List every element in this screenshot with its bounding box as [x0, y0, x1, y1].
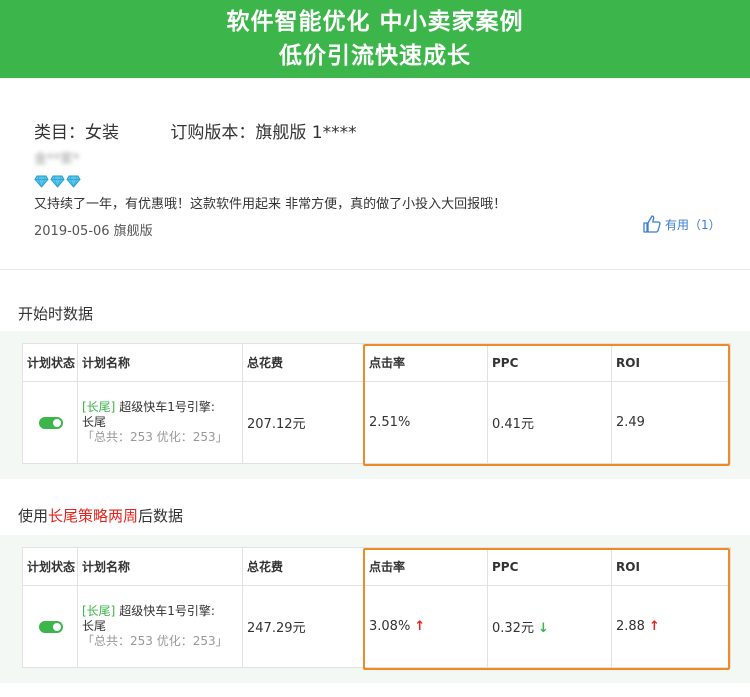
- version-label: 订购版本：旗舰版 1****: [170, 123, 357, 143]
- section2-highlight: 长尾策略两周: [48, 507, 139, 525]
- reviewer-level: [34, 175, 81, 188]
- plan-status-toggle[interactable]: [39, 416, 63, 429]
- section2-panel: 计划状态 计划名称 总花费 点击率 PPC ROI [长尾] 超级快车1号引擎:…: [0, 535, 750, 683]
- diamond-icon: [66, 175, 81, 188]
- col-header-status: 计划状态: [22, 343, 78, 382]
- col-header-status: 计划状态: [22, 547, 78, 586]
- col-header-name: 计划名称: [77, 547, 243, 586]
- plan-name-cell: [长尾] 超级快车1号引擎: 长尾 「总共：253 优化：253」: [77, 381, 243, 464]
- cost-cell: 247.29元: [242, 585, 365, 668]
- review-meta: 类目：女装 订购版本：旗舰版 1****: [34, 118, 357, 143]
- diamond-icon: [34, 175, 49, 188]
- useful-button[interactable]: 有用（1）: [642, 214, 721, 234]
- banner-title-line1: 软件智能优化 中小卖家案例: [226, 9, 524, 35]
- review-date: 2019-05-06 旗舰版: [34, 224, 153, 239]
- col-header-cost: 总花费: [242, 343, 365, 382]
- status-cell: [22, 381, 78, 464]
- plan-counts: 「总共：253 优化：253」: [82, 634, 228, 648]
- thumbs-up-icon: [643, 215, 661, 233]
- plan-name[interactable]: [长尾] 超级快车1号引擎: 长尾 「总共：253 优化：253」: [82, 400, 242, 445]
- review-card: 类目：女装 订购版本：旗舰版 1**** 金**家* 又持续了一年，有优惠哦！这…: [0, 78, 750, 270]
- plan-name[interactable]: [长尾] 超级快车1号引擎: 长尾 「总共：253 优化：253」: [82, 604, 242, 649]
- header-banner: 软件智能优化 中小卖家案例 低价引流快速成长: [0, 0, 750, 78]
- plan-tag: [长尾]: [82, 400, 116, 414]
- plan-counts: 「总共：253 优化：253」: [82, 430, 228, 444]
- section1-title: 开始时数据: [18, 305, 94, 323]
- diamond-icon: [50, 175, 65, 188]
- plan-name-cell: [长尾] 超级快车1号引擎: 长尾 「总共：253 优化：253」: [77, 585, 243, 668]
- status-cell: [22, 585, 78, 668]
- highlight-box: [363, 344, 730, 466]
- review-comment: 又持续了一年，有优惠哦！这款软件用起来 非常方便，真的做了小投入大回报哦！: [34, 197, 507, 212]
- reviewer-name: 金**家*: [34, 152, 80, 167]
- plan-status-toggle[interactable]: [39, 620, 63, 633]
- useful-count: 有用（1）: [665, 217, 721, 232]
- col-header-name: 计划名称: [77, 343, 243, 382]
- col-header-cost: 总花费: [242, 547, 365, 586]
- category-label: 类目：女装: [34, 123, 119, 143]
- section1-panel: 计划状态 计划名称 总花费 点击率 PPC ROI [长尾] 超级快车1号引擎:…: [0, 331, 750, 479]
- plan-tag: [长尾]: [82, 604, 116, 618]
- highlight-box: [363, 548, 730, 670]
- cost-cell: 207.12元: [242, 381, 365, 464]
- banner-title-line2: 低价引流快速成长: [279, 43, 471, 69]
- section2-title: 使用长尾策略两周后数据: [18, 507, 184, 525]
